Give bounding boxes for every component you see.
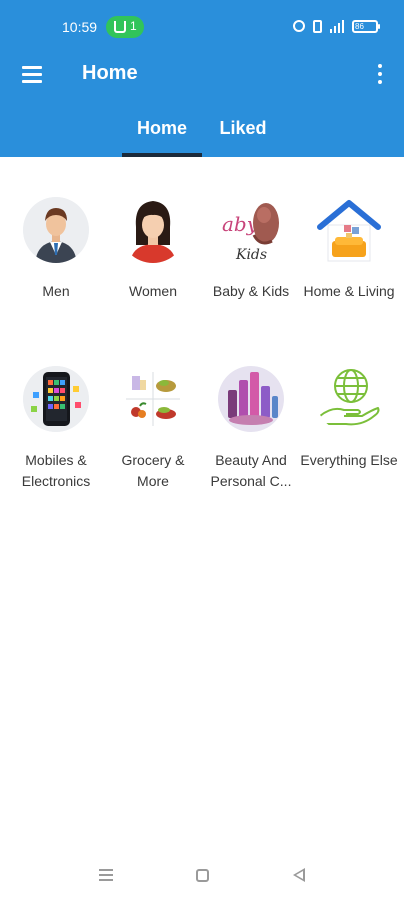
- businessman-icon: [23, 197, 89, 263]
- hotspot-icon: [114, 21, 126, 33]
- smartphone-apps-icon: [23, 366, 89, 432]
- category-beauty-personal-care[interactable]: Beauty And Personal C...: [202, 366, 300, 492]
- app-bar: 10:59 1 86 Home Home Liked: [0, 0, 404, 157]
- menu-icon[interactable]: [22, 66, 42, 83]
- category-women[interactable]: Women: [104, 197, 202, 302]
- back-nav-icon[interactable]: [293, 868, 305, 882]
- category-label: Men: [42, 283, 70, 299]
- category-label: Grocery & More: [121, 452, 185, 489]
- network-pill: 1: [106, 16, 144, 38]
- vibrate-icon: [313, 19, 322, 33]
- category-mobiles-electronics[interactable]: Mobiles & Electronics: [7, 366, 105, 492]
- page-title: Home: [82, 62, 138, 84]
- status-bar: 10:59 1 86: [0, 0, 404, 56]
- status-icons: 86: [293, 18, 380, 34]
- tab-indicator: [122, 153, 202, 157]
- signal-icon: [330, 19, 344, 33]
- category-home-living[interactable]: Home & Living: [300, 197, 398, 302]
- category-label: Baby & Kids: [212, 283, 290, 299]
- tab-home[interactable]: Home: [122, 118, 202, 139]
- category-grocery-more[interactable]: Grocery & More: [104, 366, 202, 492]
- svg-text:Kids: Kids: [235, 247, 267, 263]
- cosmetics-icon: [218, 366, 284, 432]
- groceries-icon: [120, 366, 186, 432]
- category-everything-else[interactable]: Everything Else: [300, 366, 398, 471]
- recent-apps-icon[interactable]: [99, 868, 113, 882]
- woman-icon: [120, 197, 186, 263]
- category-label: Mobiles & Electronics: [21, 452, 91, 489]
- category-label: Everything Else: [300, 452, 398, 468]
- globe-hand-icon: [316, 366, 382, 432]
- category-label: Women: [129, 283, 177, 299]
- house-icon: [316, 197, 382, 263]
- baby-kids-icon: aby Kids: [218, 197, 284, 263]
- system-nav-bar: [0, 852, 404, 900]
- category-baby-kids[interactable]: aby Kids Baby & Kids: [202, 197, 300, 302]
- more-options-icon[interactable]: [373, 64, 387, 84]
- home-nav-icon[interactable]: [196, 869, 209, 882]
- category-men[interactable]: Men: [7, 197, 105, 302]
- alarm-icon: [293, 20, 305, 32]
- battery-icon: 86: [352, 19, 380, 33]
- tab-liked[interactable]: Liked: [210, 118, 276, 139]
- category-label: Beauty And Personal C...: [210, 452, 292, 489]
- status-time: 10:59: [62, 19, 98, 35]
- battery-level: 86: [355, 21, 364, 31]
- network-count: 1: [130, 19, 137, 33]
- category-label: Home & Living: [303, 283, 395, 299]
